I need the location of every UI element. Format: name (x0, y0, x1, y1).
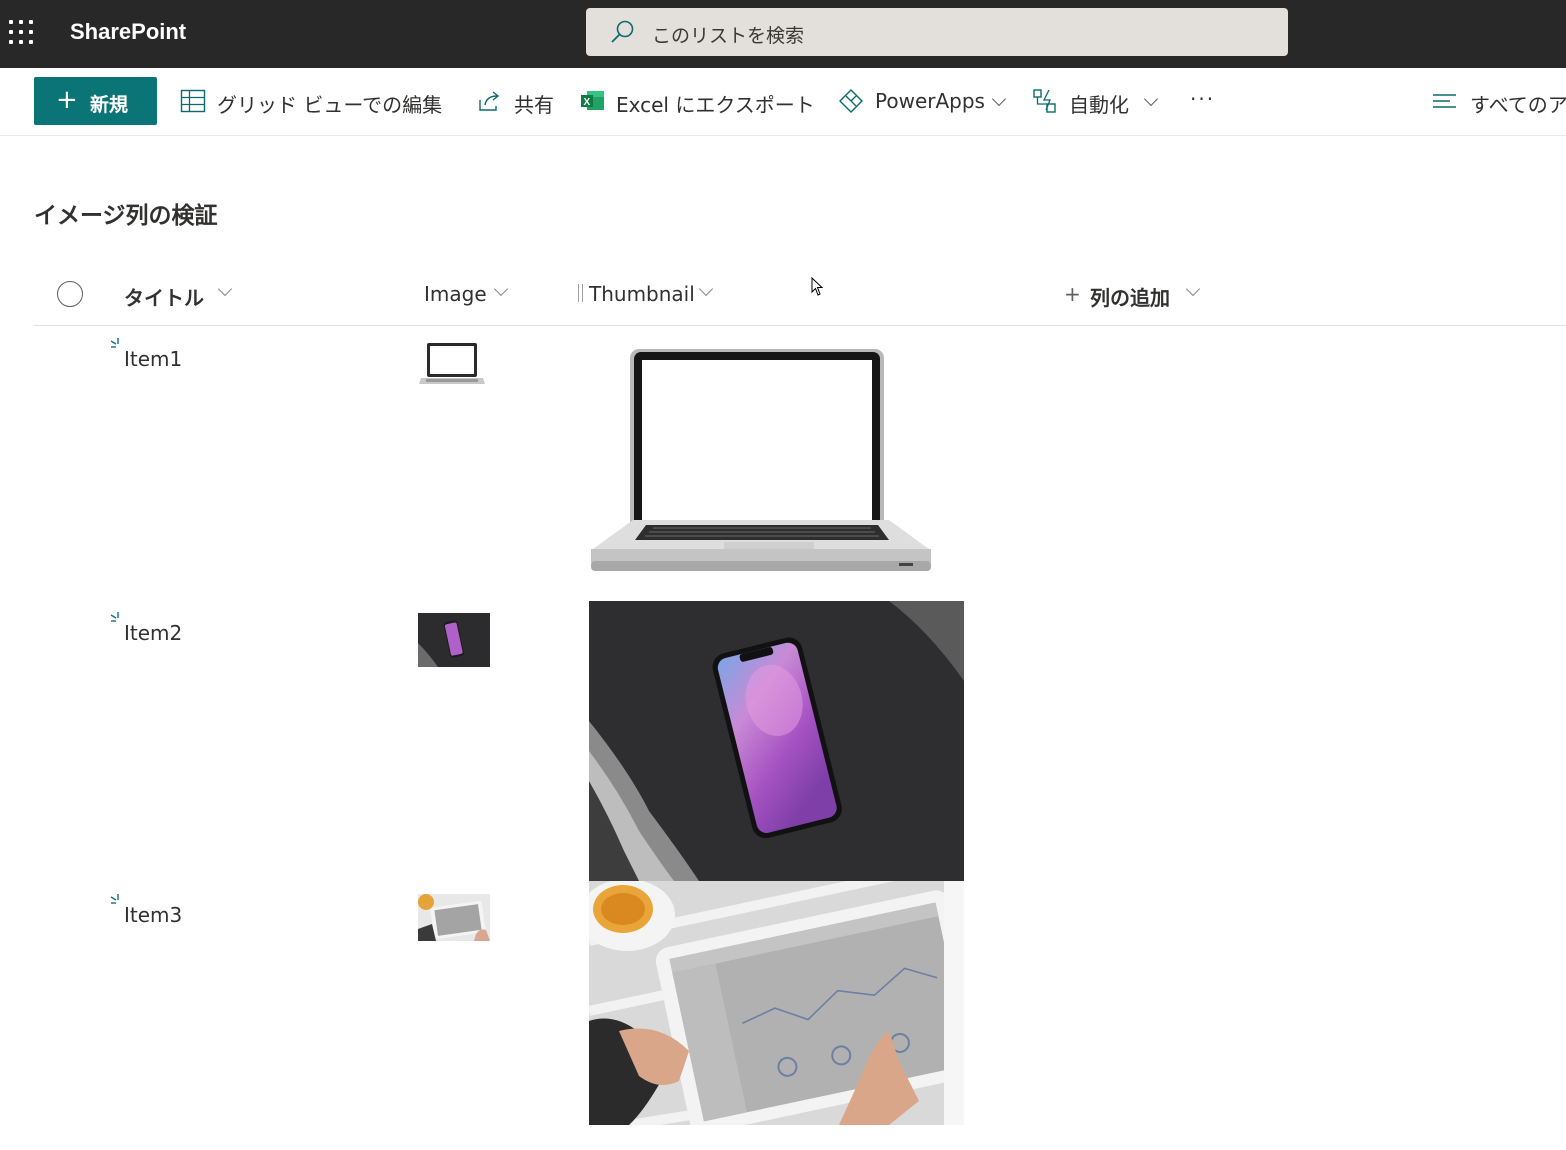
automate-label: 自動化 (1069, 93, 1129, 117)
share-label: 共有 (514, 93, 554, 117)
list-title: イメージ列の検証 (34, 203, 218, 229)
search-icon (611, 20, 634, 43)
column-title-label: タイトル (124, 286, 204, 310)
chevron-down-icon (991, 91, 1007, 107)
share-icon (479, 91, 500, 111)
smartphone-image-large[interactable] (589, 601, 964, 881)
laptop-image-thumbnail[interactable] (418, 341, 486, 387)
excel-icon: X (581, 91, 604, 110)
more-icon: ··· (1190, 87, 1216, 111)
powerapps-icon (839, 89, 863, 113)
svg-text:X: X (584, 97, 591, 108)
add-column-label: 列の追加 (1090, 286, 1170, 310)
column-image-label: Image (424, 282, 487, 306)
powerapps-button[interactable]: PowerApps (838, 86, 1014, 118)
column-resize-handle[interactable] (578, 284, 583, 302)
export-excel-label: Excel にエクスポート (616, 93, 815, 117)
automate-icon (1033, 89, 1056, 113)
plus-icon: + (56, 85, 78, 115)
search-placeholder: このリストを検索 (652, 25, 805, 47)
column-thumbnail-label: Thumbnail (589, 282, 695, 306)
smartphone-image-thumbnail[interactable] (418, 613, 490, 667)
share-button[interactable]: 共有 (477, 86, 559, 118)
app-name[interactable]: SharePoint (70, 19, 186, 45)
search-box[interactable]: このリストを検索 (586, 8, 1288, 56)
view-selector-label: すべてのア (1470, 93, 1566, 117)
chevron-down-icon (1143, 91, 1159, 107)
chevron-down-icon (698, 281, 714, 297)
chevron-down-icon (217, 281, 233, 297)
automate-button[interactable]: 自動化 (1032, 86, 1164, 118)
command-bar: + 新規 グリッド ビューでの編集 共有 X Excel にエクスポート Pow… (0, 68, 1566, 136)
export-excel-button[interactable]: X Excel にエクスポート (580, 86, 820, 118)
suite-bar: SharePoint このリストを検索 (0, 0, 1566, 68)
chevron-down-icon (1185, 281, 1201, 297)
tablet-image-thumbnail[interactable] (418, 894, 490, 941)
grid-edit-label: グリッド ビューでの編集 (217, 93, 443, 117)
item-title-link[interactable]: Item3 (124, 903, 182, 927)
list-header: タイトル Image Thumbnail + 列の追加 (34, 262, 1566, 326)
grid-icon (180, 89, 206, 113)
item-title-link[interactable]: Item1 (124, 347, 182, 371)
tablet-image-large[interactable] (589, 881, 964, 1125)
grid-edit-button[interactable]: グリッド ビューでの編集 (180, 86, 460, 118)
chevron-down-icon (493, 281, 509, 297)
app-launcher-icon[interactable] (9, 20, 35, 46)
new-button-label: 新規 (90, 94, 129, 116)
new-button[interactable]: + 新規 (34, 77, 157, 125)
powerapps-label: PowerApps (875, 89, 985, 113)
list-row[interactable]: Item1 (34, 327, 1566, 601)
list-row[interactable]: Item3 (34, 881, 1566, 1150)
laptop-image-large[interactable] (589, 347, 934, 577)
list-view-icon (1433, 94, 1456, 108)
mouse-cursor-icon (811, 277, 824, 296)
select-all-checkbox[interactable] (57, 281, 83, 307)
view-selector[interactable]: すべてのア (1432, 86, 1566, 118)
plus-icon: + (1064, 282, 1081, 306)
item-title-link[interactable]: Item2 (124, 621, 182, 645)
list-row[interactable]: Item2 (34, 601, 1566, 881)
more-button[interactable]: ··· (1190, 86, 1220, 118)
